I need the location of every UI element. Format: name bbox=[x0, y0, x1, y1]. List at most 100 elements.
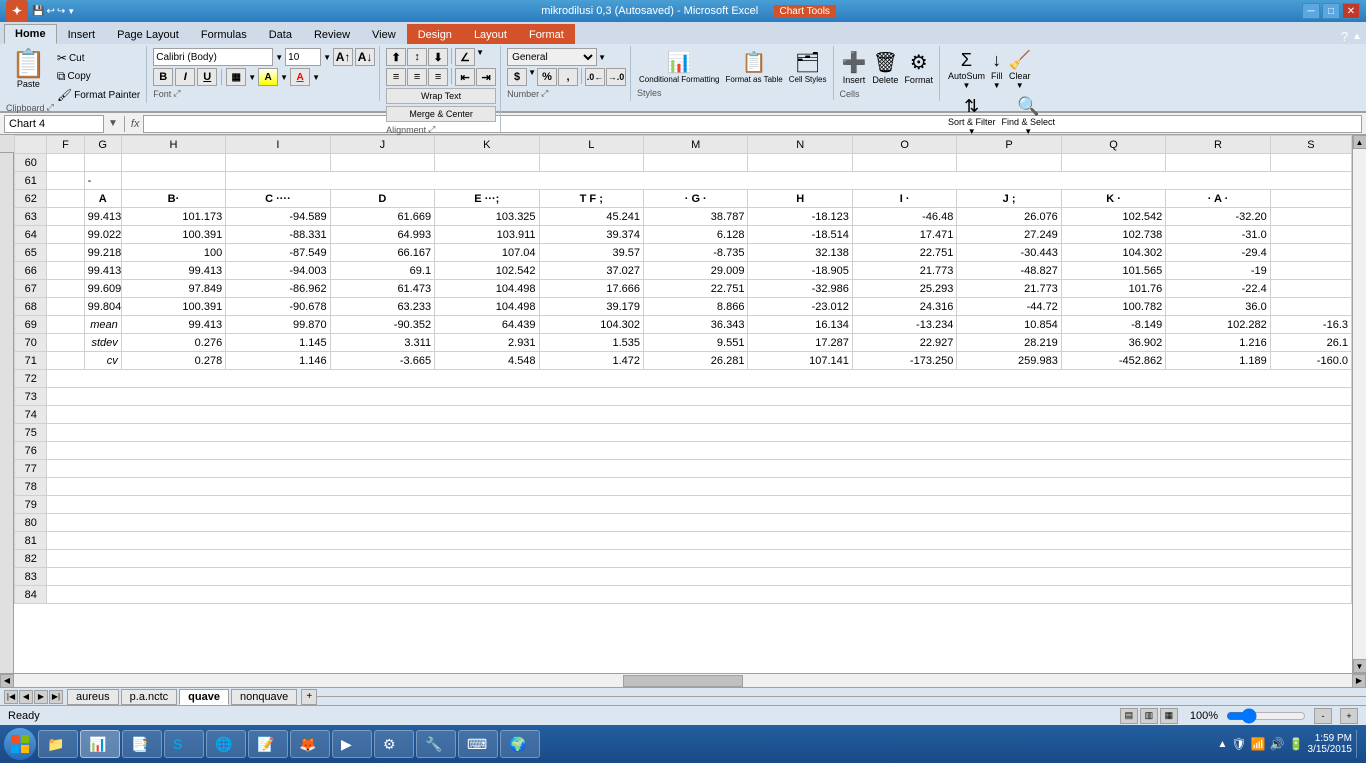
underline-button[interactable]: U bbox=[197, 68, 217, 86]
align-middle-button[interactable]: ↕ bbox=[407, 48, 427, 66]
cell-s65[interactable] bbox=[1270, 244, 1351, 262]
cell-g71[interactable]: cv bbox=[84, 352, 121, 370]
sheet-tab-nonquave[interactable]: nonquave bbox=[231, 689, 297, 705]
cell-i64[interactable]: -88.331 bbox=[226, 226, 330, 244]
insert-button[interactable]: ➕ Insert bbox=[840, 48, 869, 87]
cell-o66[interactable]: 21.773 bbox=[852, 262, 956, 280]
tab-format[interactable]: Format bbox=[518, 24, 575, 44]
format-painter-button[interactable]: 🖌 Format Painter bbox=[55, 87, 142, 103]
cell-k66[interactable]: 102.542 bbox=[435, 262, 539, 280]
cell-j69[interactable]: -90.352 bbox=[330, 316, 434, 334]
scroll-right-button[interactable]: ▶ bbox=[1352, 674, 1366, 688]
align-top-button[interactable]: ⬆ bbox=[386, 48, 406, 66]
align-right-button[interactable]: ≡ bbox=[428, 68, 448, 86]
sheet-tab-aureus[interactable]: aureus bbox=[67, 689, 119, 705]
cell-r69[interactable]: 102.282 bbox=[1166, 316, 1270, 334]
cell-j67[interactable]: 61.473 bbox=[330, 280, 434, 298]
cell-m67[interactable]: 22.751 bbox=[644, 280, 748, 298]
name-box[interactable] bbox=[4, 115, 104, 133]
cell-m63[interactable]: 38.787 bbox=[644, 208, 748, 226]
cell-o62[interactable]: I · bbox=[852, 190, 956, 208]
col-header-s[interactable]: S bbox=[1270, 136, 1351, 154]
col-header-l[interactable]: L bbox=[539, 136, 643, 154]
cell-p65[interactable]: -30.443 bbox=[957, 244, 1061, 262]
cell-s60[interactable] bbox=[1270, 154, 1351, 172]
ribbon-minimize-icon[interactable]: ▲ bbox=[1352, 31, 1362, 42]
cell-p67[interactable]: 21.773 bbox=[957, 280, 1061, 298]
cell-p66[interactable]: -48.827 bbox=[957, 262, 1061, 280]
cell-n65[interactable]: 32.138 bbox=[748, 244, 852, 262]
cell-h66[interactable]: 99.413 bbox=[121, 262, 225, 280]
font-expand-icon[interactable]: ⤢ bbox=[173, 88, 180, 99]
name-box-dropdown[interactable]: ▼ bbox=[108, 118, 118, 129]
cell-l69[interactable]: 104.302 bbox=[539, 316, 643, 334]
cell-g64[interactable]: 99.022 bbox=[84, 226, 121, 244]
cell-r65[interactable]: -29.4 bbox=[1166, 244, 1270, 262]
office-button[interactable]: ✦ bbox=[6, 0, 28, 22]
cell-j62[interactable]: D bbox=[330, 190, 434, 208]
paste-button[interactable]: 📋 Paste bbox=[4, 46, 53, 103]
col-header-r[interactable]: R bbox=[1166, 136, 1270, 154]
fill-color-dropdown[interactable]: ▼ bbox=[280, 73, 288, 82]
cell-r71[interactable]: 1.189 bbox=[1166, 352, 1270, 370]
cell-n69[interactable]: 16.134 bbox=[748, 316, 852, 334]
wrap-text-button[interactable]: Wrap Text bbox=[386, 88, 496, 104]
cell-q63[interactable]: 102.542 bbox=[1061, 208, 1165, 226]
number-format-dropdown[interactable]: ▼ bbox=[598, 53, 606, 62]
font-name-dropdown[interactable]: ▼ bbox=[275, 53, 283, 62]
cell-n66[interactable]: -18.905 bbox=[748, 262, 852, 280]
vertical-scrollbar[interactable]: ▲ ▼ bbox=[1352, 135, 1366, 673]
cell-j68[interactable]: 63.233 bbox=[330, 298, 434, 316]
cell-i65[interactable]: -87.549 bbox=[226, 244, 330, 262]
cell-n63[interactable]: -18.123 bbox=[748, 208, 852, 226]
cell-s68[interactable] bbox=[1270, 298, 1351, 316]
cell-n67[interactable]: -32.986 bbox=[748, 280, 852, 298]
clear-dropdown[interactable]: ▼ bbox=[1016, 81, 1024, 90]
tab-insert[interactable]: Insert bbox=[57, 24, 107, 44]
col-header-h[interactable]: H bbox=[121, 136, 225, 154]
cell-q68[interactable]: 100.782 bbox=[1061, 298, 1165, 316]
col-header-f[interactable]: F bbox=[47, 136, 84, 154]
cell-g61[interactable]: - bbox=[84, 172, 121, 190]
cell-q64[interactable]: 102.738 bbox=[1061, 226, 1165, 244]
cell-m65[interactable]: -8.735 bbox=[644, 244, 748, 262]
sheet-tab-panctc[interactable]: p.a.nctc bbox=[121, 689, 178, 705]
tab-design[interactable]: Design bbox=[407, 24, 463, 44]
sheet-tab-quave[interactable]: quave bbox=[179, 689, 229, 705]
cell-h67[interactable]: 97.849 bbox=[121, 280, 225, 298]
merge-center-button[interactable]: Merge & Center bbox=[386, 106, 496, 122]
cell-r60[interactable] bbox=[1166, 154, 1270, 172]
cell-i68[interactable]: -90.678 bbox=[226, 298, 330, 316]
italic-button[interactable]: I bbox=[175, 68, 195, 86]
show-desktop-button[interactable] bbox=[1356, 730, 1362, 758]
tab-review[interactable]: Review bbox=[303, 24, 361, 44]
cell-k70[interactable]: 2.931 bbox=[435, 334, 539, 352]
fill-dropdown[interactable]: ▼ bbox=[993, 81, 1001, 90]
page-layout-view-button[interactable]: ▥ bbox=[1140, 708, 1158, 724]
font-size-input[interactable] bbox=[285, 48, 321, 66]
cell-g69[interactable]: mean bbox=[84, 316, 121, 334]
cell-f60[interactable] bbox=[47, 154, 84, 172]
cell-s66[interactable] bbox=[1270, 262, 1351, 280]
cell-p64[interactable]: 27.249 bbox=[957, 226, 1061, 244]
cell-p68[interactable]: -44.72 bbox=[957, 298, 1061, 316]
cell-h68[interactable]: 100.391 bbox=[121, 298, 225, 316]
cell-i63[interactable]: -94.589 bbox=[226, 208, 330, 226]
cell-f67[interactable] bbox=[47, 280, 84, 298]
cell-r62[interactable]: · A · bbox=[1166, 190, 1270, 208]
scroll-left-button[interactable]: ◀ bbox=[0, 674, 14, 688]
font-name-input[interactable] bbox=[153, 48, 273, 66]
start-button[interactable] bbox=[4, 728, 36, 760]
find-select-button[interactable]: 🔍 Find & Select ▼ bbox=[999, 94, 1057, 138]
cell-o60[interactable] bbox=[852, 154, 956, 172]
cell-h61[interactable] bbox=[121, 172, 225, 190]
cell-l66[interactable]: 37.027 bbox=[539, 262, 643, 280]
copy-button[interactable]: ⧉ Copy bbox=[55, 68, 142, 85]
cell-r70[interactable]: 1.216 bbox=[1166, 334, 1270, 352]
cell-o65[interactable]: 22.751 bbox=[852, 244, 956, 262]
comma-button[interactable]: , bbox=[558, 68, 578, 86]
cell-l71[interactable]: 1.472 bbox=[539, 352, 643, 370]
font-color-button[interactable]: A bbox=[290, 68, 310, 86]
cell-i66[interactable]: -94.003 bbox=[226, 262, 330, 280]
cell-s69[interactable]: -16.3 bbox=[1270, 316, 1351, 334]
